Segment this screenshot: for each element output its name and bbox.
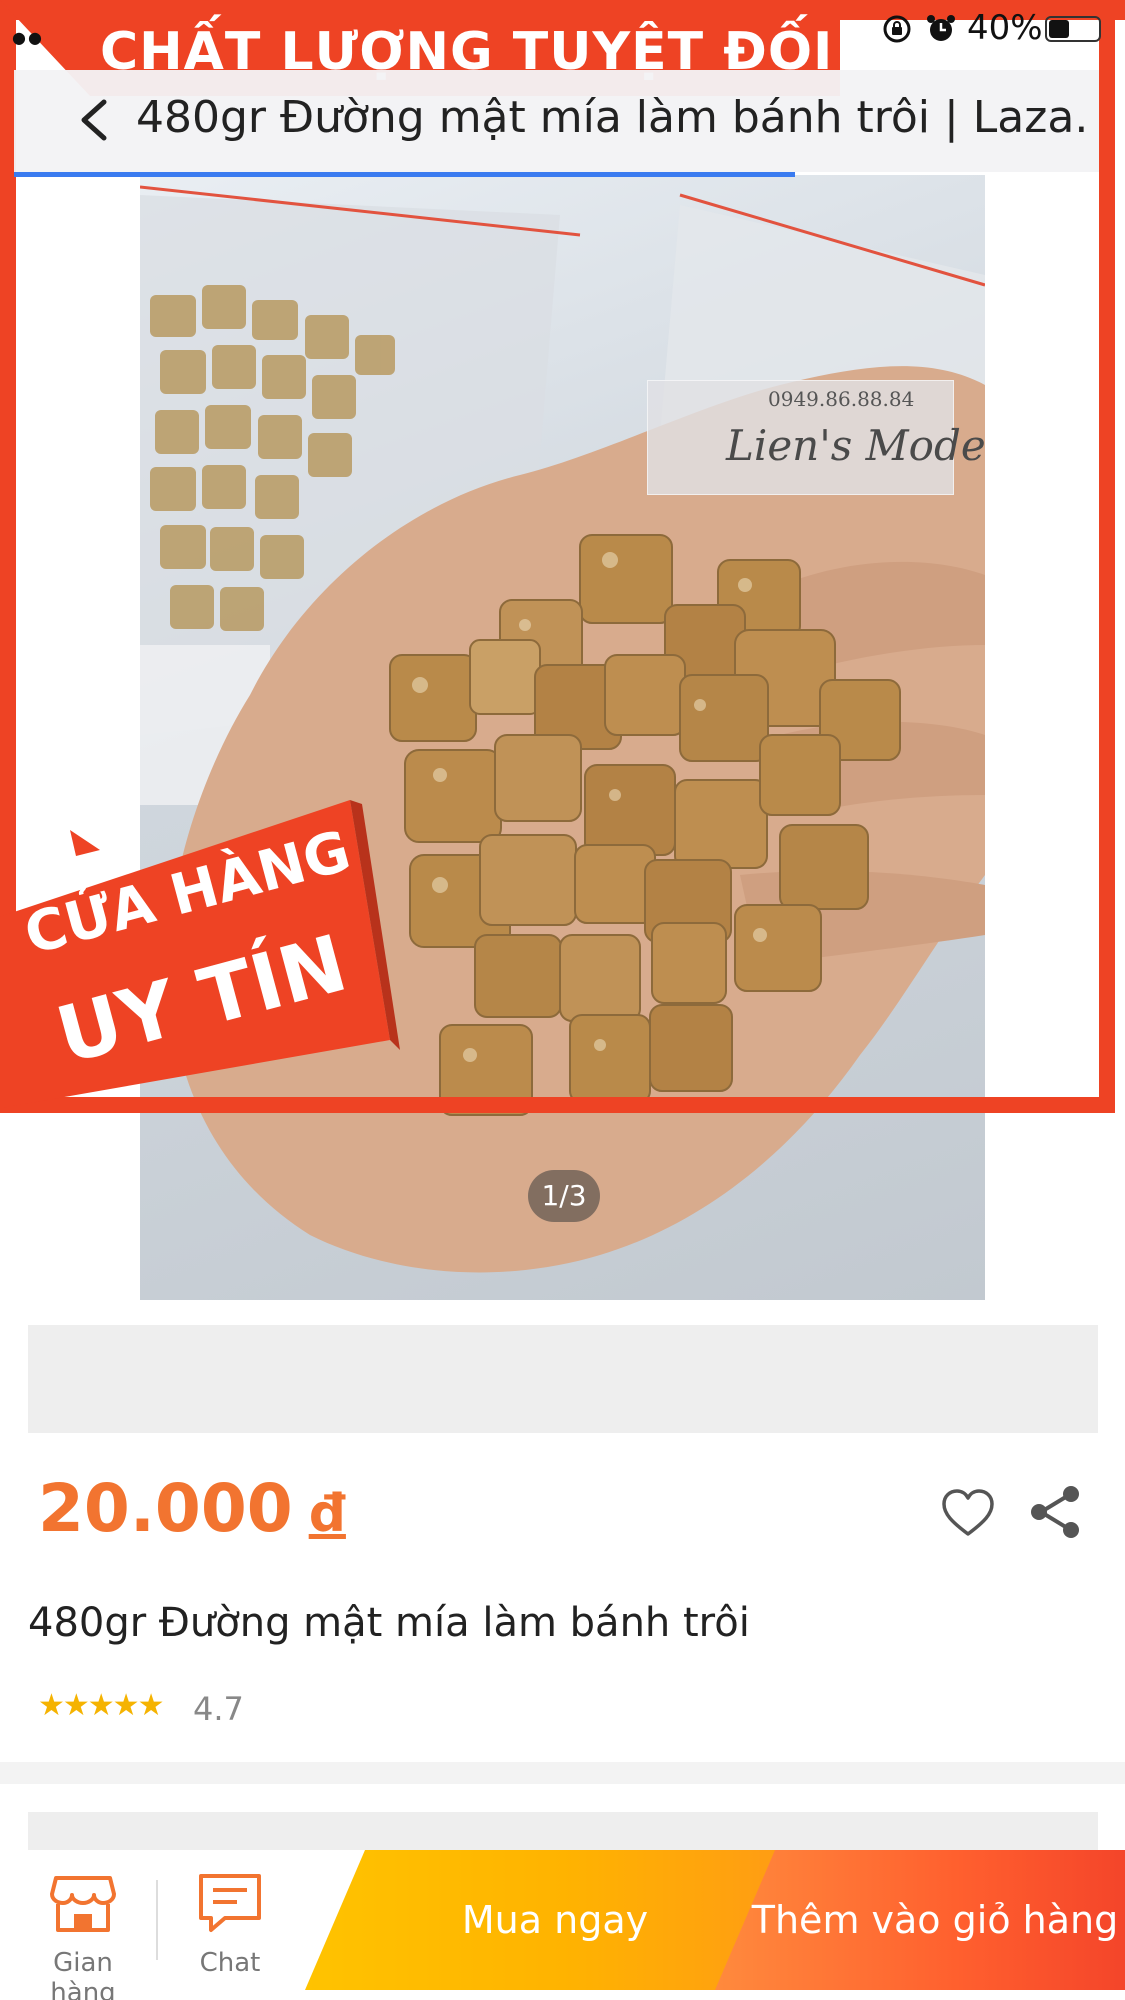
section-divider	[0, 1762, 1125, 1784]
chevron-left-icon	[81, 99, 107, 141]
back-button[interactable]	[66, 88, 126, 152]
watermark-name: Lien's Mode	[726, 421, 986, 470]
product-image-gallery[interactable]: CHẤT LƯỢNG TUYỆT ĐỐI CỬA HÀNG UY TÍN 094…	[0, 0, 1125, 1300]
loading-placeholder	[28, 1325, 1098, 1433]
heart-icon	[942, 1489, 994, 1536]
buy-now-button[interactable]: Mua ngay	[305, 1850, 775, 1990]
sugar-cubes-photo	[140, 185, 985, 1273]
chat-button[interactable]: Chat	[170, 1868, 290, 1988]
chat-icon	[199, 1874, 261, 1932]
wishlist-button[interactable]	[940, 1486, 996, 1542]
page-load-progress-fill	[14, 172, 796, 177]
product-photo[interactable]	[140, 175, 985, 1300]
store-icon	[50, 1876, 116, 1932]
store-label: Gian hàng	[50, 1948, 116, 2000]
chat-label: Chat	[199, 1948, 261, 1978]
share-icon	[1031, 1486, 1079, 1538]
watermark-phone: 0949.86.88.84	[768, 387, 915, 411]
store-button[interactable]: Gian hàng	[18, 1868, 148, 2000]
page-title: 480gr Đường mật mía làm bánh trôi | Laza…	[136, 92, 1086, 143]
price-amount: 20.000	[38, 1470, 293, 1547]
browser-nav-bar: 480gr Đường mật mía làm bánh trôi | Laza…	[14, 70, 1099, 172]
price-currency: đ	[308, 1484, 346, 1544]
add-to-cart-button[interactable]: Thêm vào giỏ hàng	[715, 1850, 1125, 1990]
rating-value: 4.7	[193, 1690, 244, 1728]
bar-divider	[156, 1880, 158, 1960]
image-counter: 1/3	[528, 1170, 600, 1222]
product-name: 480gr Đường mật mía làm bánh trôi	[28, 1600, 750, 1646]
seller-watermark: 0949.86.88.84 Lien's Mode	[647, 380, 986, 495]
battery-percent: 40%	[967, 8, 1043, 48]
price-row: 20.000 đ	[0, 1470, 1125, 1570]
battery-level	[1049, 20, 1069, 38]
battery-icon	[1045, 16, 1101, 42]
rotation-lock-icon	[883, 15, 911, 43]
product-price: 20.000 đ	[38, 1470, 346, 1547]
alarm-icon	[927, 15, 955, 41]
status-bar: ●● 40%	[0, 0, 1125, 60]
bottom-action-bar: Gian hàng Chat Mua ngay Thêm vào giỏ hàn…	[0, 1850, 1125, 2000]
share-button[interactable]	[1025, 1482, 1085, 1542]
rating-stars: ★★★★★	[38, 1688, 164, 1723]
page-load-progress	[14, 172, 1099, 177]
signal-icon: ●●	[12, 28, 44, 47]
